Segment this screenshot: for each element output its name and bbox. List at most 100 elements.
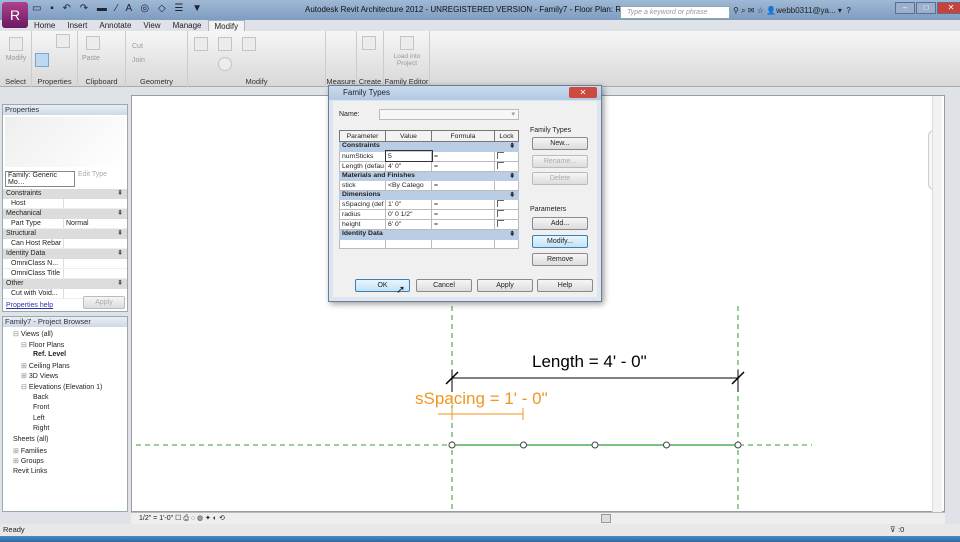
user-account[interactable]: webb0311@ya... (776, 6, 836, 15)
parameter-value[interactable]: 5 (384, 150, 433, 162)
collapse-icon[interactable]: ⇞ (117, 249, 123, 259)
property-value[interactable] (63, 259, 127, 268)
binoculars-icon[interactable]: ⚲ ⌕ ✉ ☆ (733, 6, 764, 15)
rotate-icon[interactable] (218, 57, 232, 71)
collapse-icon[interactable]: ⇞ (509, 191, 517, 199)
type-selector[interactable]: Family: Generic Mo… (5, 171, 75, 187)
parameter-value[interactable]: 0' 0 1/2" (385, 209, 432, 220)
modify-parameter-button[interactable]: Modify... (532, 235, 588, 248)
expand-icon[interactable]: ⊞ (21, 373, 27, 380)
stick-circle[interactable] (663, 441, 670, 449)
quick-access-toolbar[interactable]: ▭ ▪ ↶ ↷ ▬ ⁄ A ◎ ◇ ☰ ▼ (32, 3, 205, 14)
browser-tree-item[interactable]: Back (33, 394, 49, 401)
help-icon[interactable]: ? (846, 6, 850, 15)
parameter-value[interactable]: <By Catego (385, 180, 432, 191)
column-header-parameter[interactable]: Parameter (339, 130, 386, 142)
lock-checkbox[interactable] (497, 220, 504, 227)
align-icon[interactable] (194, 37, 208, 51)
create-icon[interactable] (362, 36, 376, 50)
expand-icon[interactable]: ⊞ (21, 363, 27, 370)
stick-circle[interactable] (520, 441, 527, 449)
browser-tree-item[interactable]: ⊟ Views (all) (13, 330, 53, 338)
cancel-button[interactable]: Cancel (416, 279, 472, 292)
parameter-group-header[interactable]: Materials and Finishes ⇞ (339, 170, 519, 181)
properties-icon[interactable] (35, 53, 49, 67)
column-header-formula[interactable]: Formula (431, 130, 495, 142)
expand-icon[interactable]: ⊟ (21, 384, 27, 391)
view-control-icons[interactable]: ☐ ⎙ ◌ ◍ ✦ ◐ ⟲ (175, 515, 225, 522)
offset-icon[interactable] (218, 37, 232, 51)
properties-help-link[interactable]: Properties help (6, 302, 53, 309)
parameter-formula[interactable]: = (431, 180, 495, 191)
paste-icon[interactable] (86, 36, 100, 50)
lock-checkbox[interactable] (497, 200, 504, 207)
stick-circle[interactable] (448, 441, 456, 449)
parameter-value[interactable]: 6' 0" (385, 219, 432, 230)
browser-tree-item[interactable]: ⊟ Floor Plans (21, 341, 64, 349)
browser-tree-item[interactable]: Left (33, 415, 45, 422)
vertical-scrollbar[interactable] (932, 96, 942, 513)
search-input[interactable]: Type a keyword or phrase (620, 6, 730, 19)
apply-button[interactable]: Apply (83, 296, 125, 309)
parameter-formula[interactable]: = (431, 219, 495, 230)
tab-view[interactable]: View (137, 20, 166, 31)
parameter-value[interactable]: 1' 0" (385, 199, 432, 210)
collapse-icon[interactable]: ⇞ (509, 142, 517, 150)
tab-annotate[interactable]: Annotate (93, 20, 137, 31)
property-value[interactable] (63, 239, 127, 248)
parameter-value[interactable]: 4' 0" (385, 160, 432, 172)
expand-icon[interactable]: ⊟ (21, 342, 27, 349)
parameter-group-header[interactable]: Dimensions ⇞ (339, 189, 519, 200)
browser-tree-item[interactable]: ⊞ Ceiling Plans (21, 362, 70, 370)
collapse-icon[interactable]: ⇞ (509, 172, 517, 180)
mirror-icon[interactable] (242, 37, 256, 51)
tab-insert[interactable]: Insert (61, 20, 93, 31)
tab-modify[interactable]: Modify (207, 20, 246, 31)
tab-home[interactable]: Home (28, 20, 61, 31)
browser-tree-item[interactable]: Sheets (all) (13, 436, 48, 443)
lock-checkbox[interactable] (497, 210, 504, 217)
expand-icon[interactable]: ⊟ (13, 331, 19, 338)
load-into-project-icon[interactable] (400, 36, 414, 50)
browser-tree-item[interactable]: ⊞ 3D Views (21, 372, 58, 380)
collapse-icon[interactable]: ⇞ (117, 209, 123, 219)
type-properties-icon[interactable] (56, 34, 70, 48)
cursor-icon[interactable] (9, 37, 23, 51)
name-dropdown[interactable]: ▾ (379, 109, 519, 120)
remove-parameter-button[interactable]: Remove (532, 253, 588, 266)
join-button[interactable]: Join (132, 57, 145, 64)
parameter-formula[interactable]: = (431, 199, 495, 210)
parameter-group-header[interactable]: Constraints ⇞ (339, 141, 519, 152)
parameter-formula[interactable]: = (431, 150, 495, 162)
apply-button[interactable]: Apply (477, 279, 533, 292)
maximize-button[interactable]: □ (916, 2, 936, 14)
expand-icon[interactable]: ⊞ (13, 448, 19, 455)
property-value[interactable] (63, 199, 127, 208)
collapse-icon[interactable]: ⇞ (509, 230, 517, 238)
minimize-button[interactable]: – (895, 2, 915, 14)
rename-type-button[interactable]: Rename... (532, 155, 588, 168)
expand-icon[interactable]: ⊞ (13, 458, 19, 465)
tab-manage[interactable]: Manage (167, 20, 208, 31)
parameter-formula[interactable]: = (431, 160, 495, 172)
application-menu-button[interactable]: R (2, 2, 28, 28)
column-header-lock[interactable]: Lock (494, 130, 519, 142)
length-dimension-label[interactable]: Length = 4' - 0" (532, 352, 647, 372)
browser-tree-item[interactable]: ⊟ Elevations (Elevation 1) (21, 383, 102, 391)
browser-tree-item[interactable]: Front (33, 404, 49, 411)
modify-button[interactable]: Modify (0, 55, 32, 62)
stick-circle[interactable] (734, 441, 742, 449)
collapse-icon[interactable]: ⇞ (117, 279, 123, 289)
cut-button[interactable]: Cut (132, 43, 143, 50)
lock-checkbox[interactable] (497, 152, 504, 159)
browser-tree-item[interactable]: Ref. Level (33, 351, 66, 358)
browser-tree-item[interactable]: Revit Links (13, 468, 47, 475)
spacing-dimension-label[interactable]: sSpacing = 1' - 0" (415, 389, 548, 409)
collapse-icon[interactable]: ⇞ (117, 229, 123, 239)
add-parameter-button[interactable]: Add... (532, 217, 588, 230)
browser-tree-item[interactable]: ⊞ Groups (13, 457, 44, 465)
horizontal-scrollbar-thumb[interactable] (601, 514, 611, 523)
paste-button[interactable]: Paste (82, 55, 100, 62)
property-value[interactable]: Normal (63, 219, 127, 228)
edit-type-button[interactable]: Edit Type (78, 171, 107, 187)
